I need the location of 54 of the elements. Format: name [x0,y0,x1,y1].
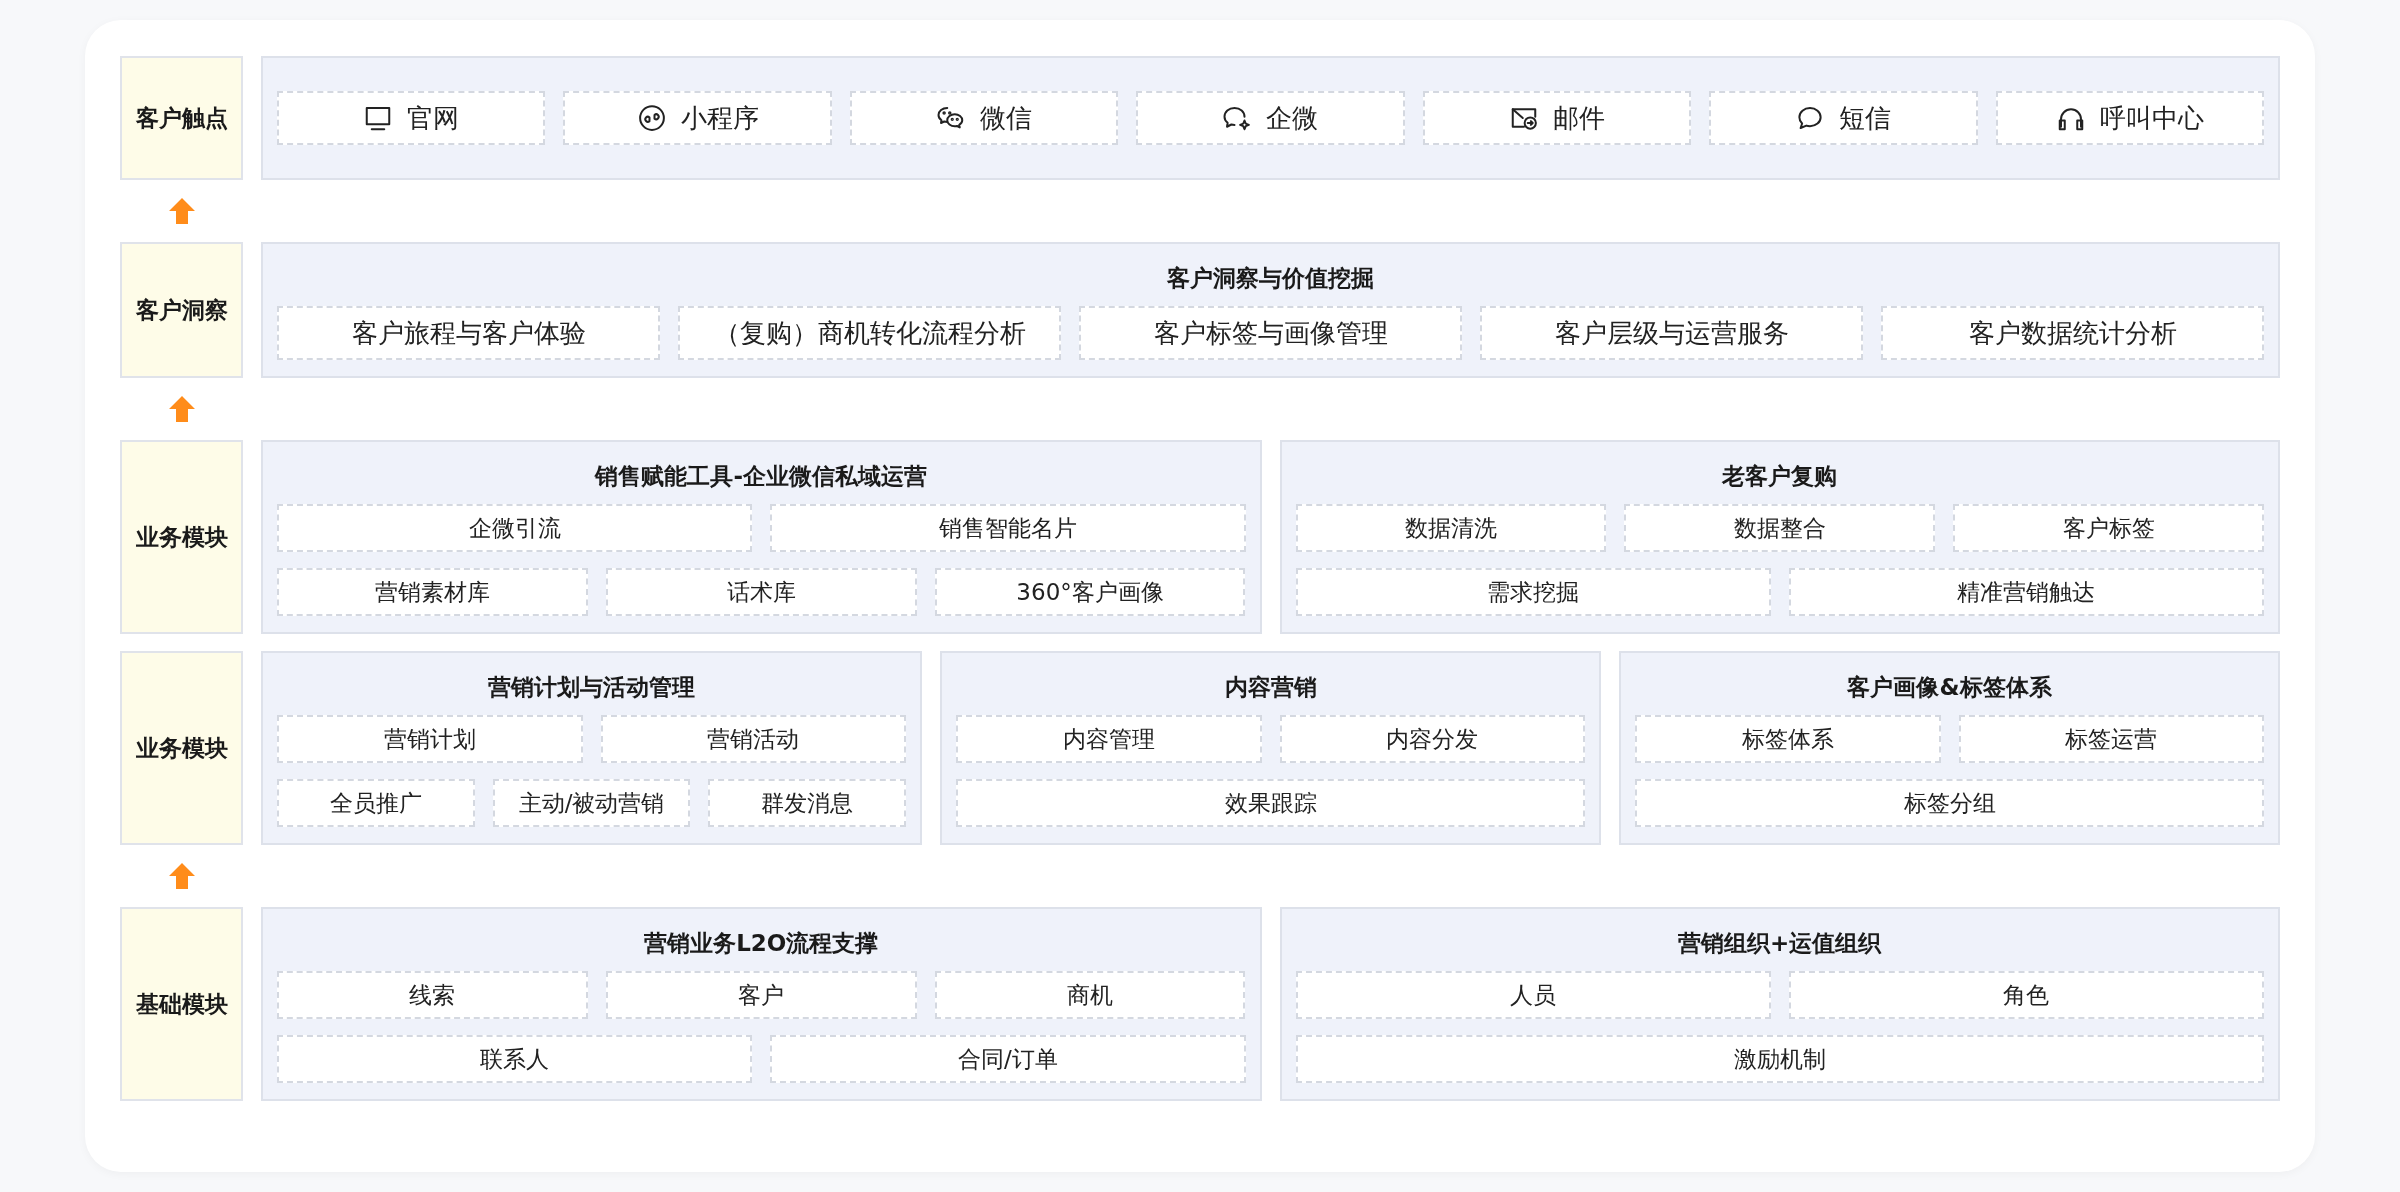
module-item: 呼叫中心 [1995,91,2264,145]
module-item: 商机 [934,971,1246,1019]
module-item: 标签分组 [1635,779,2264,827]
module-item: 角色 [1788,971,2264,1019]
module-item: 营销计划 [277,715,583,763]
panel-title: 内容营销 [1223,673,1318,702]
module-item: 客户标签与画像管理 [1079,306,1462,360]
module-item: 数据整合 [1624,504,1936,552]
module-item: （复购）商机转化流程分析 [678,306,1061,360]
module-item: 邮件 [1422,91,1692,145]
layer-label: 客户触点 [120,56,243,180]
panel-title: 营销组织+运值组织 [1677,929,1883,958]
module-item: 客户层级与运营服务 [1480,306,1863,360]
module-item: 标签体系 [1635,715,1941,763]
module-item: 内容分发 [1279,715,1585,763]
module-item: 微信 [849,91,1119,145]
module-item: 需求挖掘 [1295,568,1771,616]
module-item: 客户旅程与客户体验 [277,306,660,360]
module-item: 客户 [605,971,917,1019]
module-item: 企微 [1136,91,1405,145]
module-item: 销售智能名片 [770,504,1246,552]
module-item: 短信 [1709,91,1978,145]
module-item: 数据清洗 [1295,504,1607,552]
module-item: 客户数据统计分析 [1881,306,2264,360]
panel-title: 营销业务L2O流程支撑 [643,929,880,958]
module-item: 客户标签 [1953,504,2264,552]
module-item: 360°客户画像 [934,568,1246,616]
panel-title: 营销计划与活动管理 [487,673,696,702]
module-item: 话术库 [605,568,917,616]
module-item: 合同/订单 [770,1035,1246,1083]
module-item: 内容管理 [956,715,1262,763]
module-item: 营销活动 [600,715,906,763]
panel-title: 销售赋能工具-企业微信私域运营 [593,462,928,491]
module-item: 联系人 [277,1035,753,1083]
module-item: 激励机制 [1295,1035,2264,1083]
module-item: 全员推广 [277,779,475,827]
module-item: 标签运营 [1958,715,2264,763]
module-item: 小程序 [563,91,832,145]
module-item: 主动/被动营销 [492,779,691,827]
module-item: 线索 [277,971,588,1019]
module-item: 群发消息 [708,779,906,827]
layer-label: 基础模块 [120,907,243,1101]
layer-label: 客户洞察 [120,242,243,378]
module-item: 营销素材库 [277,568,588,616]
module-item: 官网 [277,91,546,145]
module-item: 人员 [1295,971,1771,1019]
module-item: 效果跟踪 [956,779,1585,827]
layer-label: 业务模块 [120,651,243,845]
module-item: 企微引流 [277,504,753,552]
panel-title: 老客户复购 [1721,462,1839,491]
panel-title: 客户画像&标签体系 [1846,673,2053,702]
panel-title: 客户洞察与价值挖掘 [1166,264,1375,293]
module-item: 精准营销触达 [1788,568,2264,616]
layer-label: 业务模块 [120,440,243,634]
